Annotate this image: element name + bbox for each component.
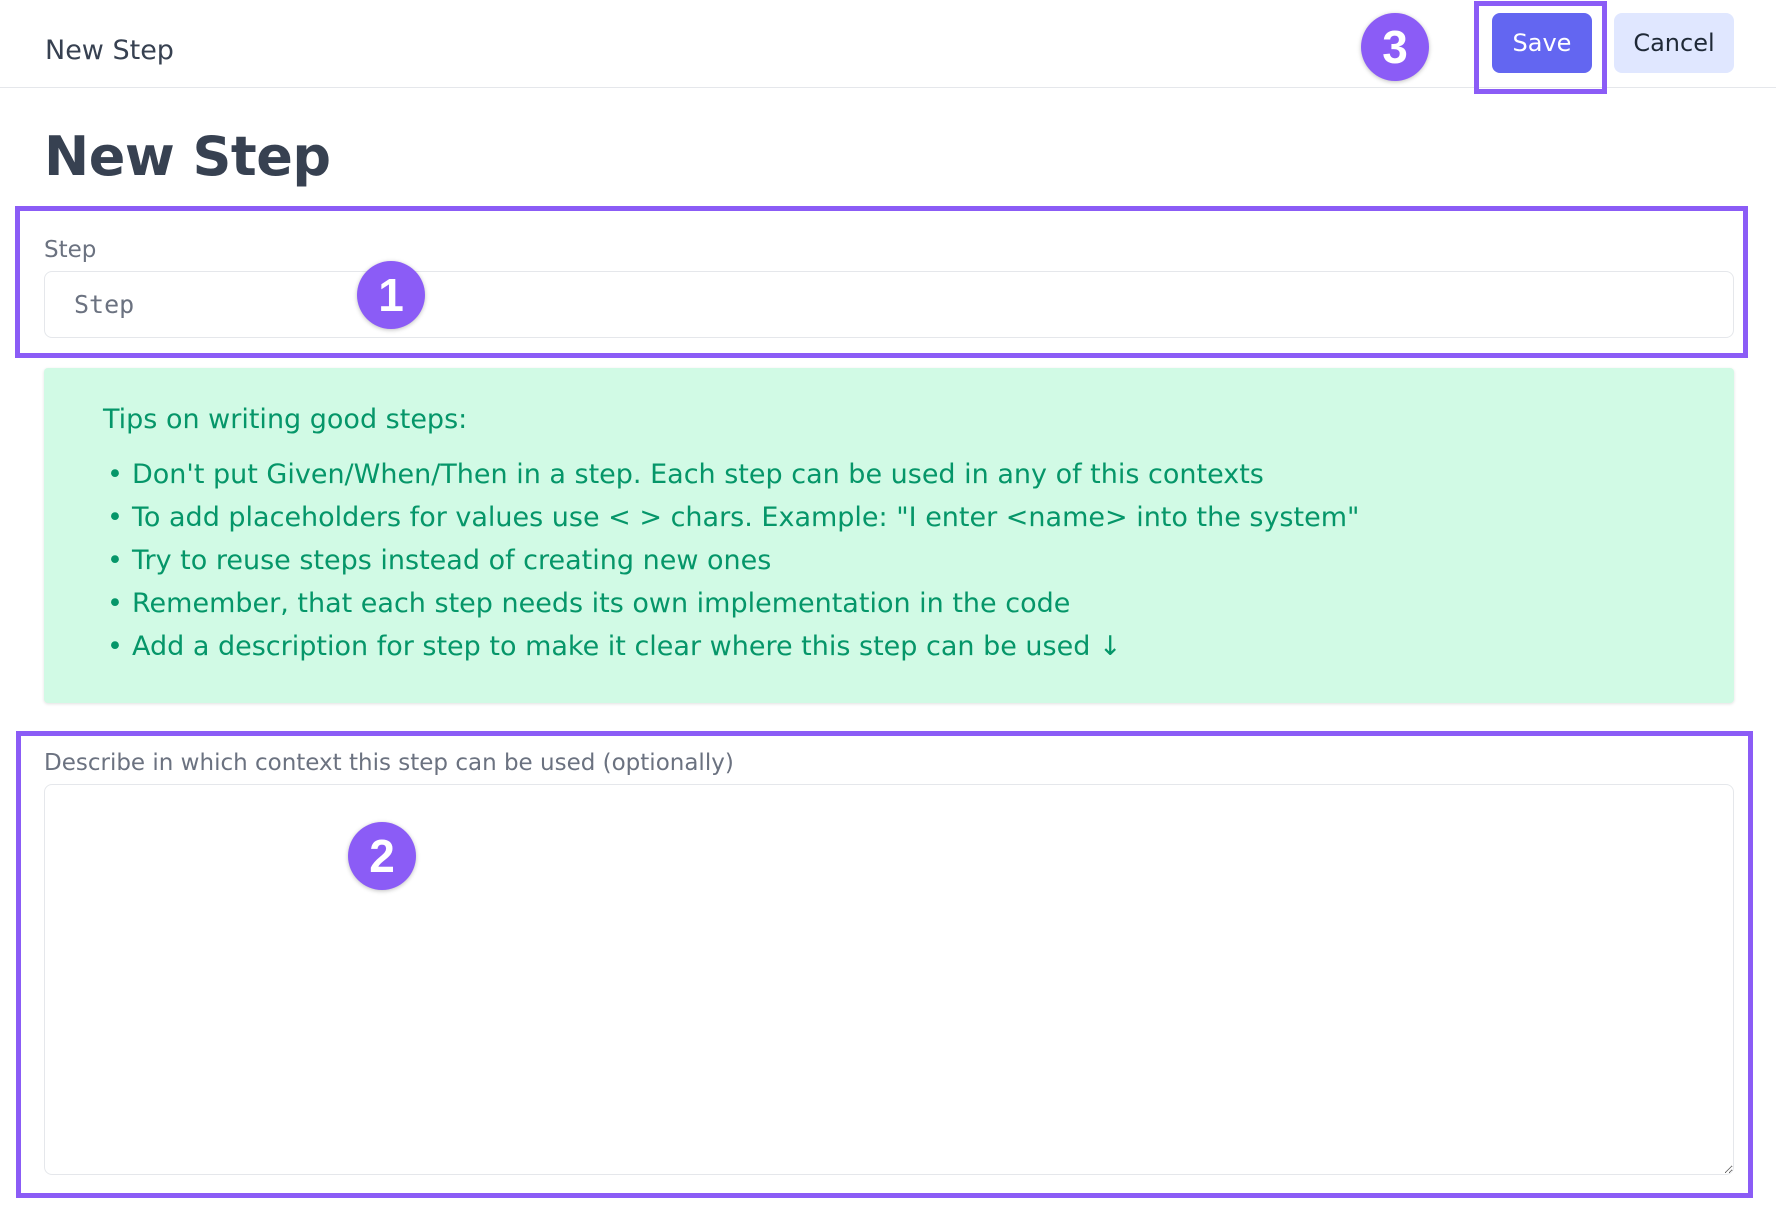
tips-panel: Tips on writing good steps: • Don't put G… (44, 368, 1734, 703)
tip-text: Remember, that each step needs its own i… (132, 588, 1071, 619)
description-textarea[interactable] (44, 784, 1734, 1175)
bullet-icon: • (107, 631, 123, 662)
bullet-icon: • (107, 502, 123, 533)
tips-list-item: • Don't put Given/When/Then in a step. Ea… (103, 453, 1734, 496)
bullet-icon: • (107, 588, 123, 619)
breadcrumb-title: New Step (45, 35, 174, 66)
description-field-label: Describe in which context this step can … (44, 750, 734, 776)
tip-text: To add placeholders for values use < > c… (132, 502, 1360, 533)
save-button[interactable]: Save (1492, 13, 1592, 73)
bullet-icon: • (107, 545, 123, 576)
step-marker-2: 2 (348, 822, 416, 890)
page-title: New Step (44, 125, 331, 188)
bullet-icon: • (107, 459, 123, 490)
step-field-label: Step (44, 237, 97, 263)
tip-text: Don't put Given/When/Then in a step. Eac… (132, 459, 1264, 490)
tips-title: Tips on writing good steps: (103, 404, 468, 435)
tip-text: Add a description for step to make it cl… (132, 631, 1122, 662)
step-input[interactable] (44, 271, 1734, 338)
step-marker-1: 1 (357, 261, 425, 329)
tips-list-item: • Add a description for step to make it c… (103, 625, 1734, 668)
tips-list-item: • Try to reuse steps instead of creating … (103, 539, 1734, 582)
tips-list-item: • To add placeholders for values use < > … (103, 496, 1734, 539)
tips-list-item: • Remember, that each step needs its own … (103, 582, 1734, 625)
step-marker-3: 3 (1361, 13, 1429, 81)
cancel-button[interactable]: Cancel (1614, 13, 1734, 73)
tips-list: • Don't put Given/When/Then in a step. Ea… (103, 453, 1734, 668)
tip-text: Try to reuse steps instead of creating n… (132, 545, 772, 576)
